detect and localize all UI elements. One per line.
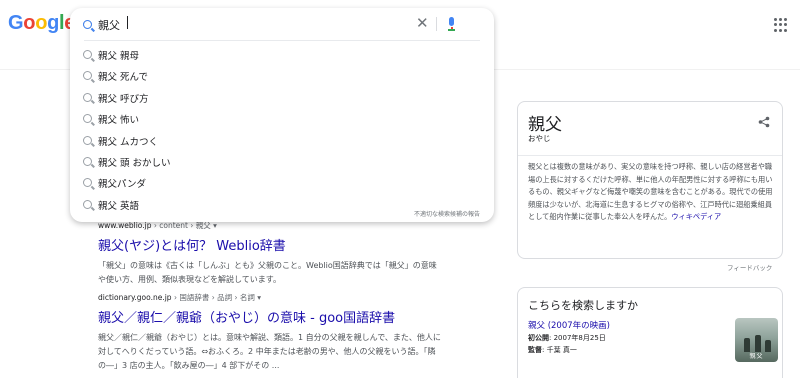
suggestion-item[interactable]: 親父パンダ xyxy=(70,172,494,193)
suggestion-text: 親父 死んで xyxy=(98,72,149,84)
divider xyxy=(436,17,437,31)
logo-letter: o xyxy=(35,12,48,34)
search-results-page: Google 親父 ✕ 親父 親母 親父 死んで 親父 呼び方 親父 怖い 親父… xyxy=(0,0,800,378)
director-label: 監督 xyxy=(528,346,542,354)
kp-subtitle: おやじ xyxy=(528,134,551,143)
search-icon xyxy=(83,178,92,188)
search-icon xyxy=(83,114,92,124)
result-title-link[interactable]: 親父(ヤジ)とは何？ Weblio辞書 xyxy=(98,235,498,254)
search-icon xyxy=(83,156,92,166)
thumbnail-figure xyxy=(744,338,750,352)
feedback-link[interactable]: フィードバック xyxy=(727,262,772,272)
search-icon xyxy=(83,92,92,102)
search-icon xyxy=(83,71,92,81)
result-breadcrumb: › 国語辞書 › 品詞 › 名詞 ▾ xyxy=(171,293,262,302)
snippet-line: 「親父」の意味は《古くは「しんぶ」とも》父親のこと。Weblio国語辞典では「親… xyxy=(98,261,437,270)
suggestion-item[interactable]: 親父 死んで xyxy=(70,65,494,86)
result-url[interactable]: dictionary.goo.ne.jp › 国語辞書 › 品詞 › 名詞 ▾ xyxy=(98,292,498,303)
kp-description-text: 親父とは複数の意味があり、実父の意味を持つ呼称、親しい店の経営者や職場の上長に対… xyxy=(528,162,773,222)
kp-description: 親父とは複数の意味があり、実父の意味を持つ呼称、親しい店の経営者や職場の上長に対… xyxy=(528,161,778,224)
apps-grid-icon[interactable] xyxy=(774,18,788,32)
mic-icon[interactable] xyxy=(448,17,455,31)
logo-letter: g xyxy=(47,12,60,34)
result-domain: dictionary.goo.ne.jp xyxy=(98,293,172,302)
text-caret xyxy=(127,16,128,29)
people-also-search-panel: こちらを検索しますか 親父 (2007年の映画) 初公開: 2007年8月25日… xyxy=(517,287,783,378)
result-domain: www.weblio.jp xyxy=(98,221,152,230)
suggestion-text: 親父 頭 おかしい xyxy=(98,157,171,169)
suggestion-item[interactable]: 親父 ムカつく xyxy=(70,130,494,151)
result-snippet: 「親父」の意味は《古くは「しんぶ」とも》父親のこと。Weblio国語辞典では「親… xyxy=(98,259,498,287)
snippet-line: 対してへりくだっていう語。⇔おふくろ。2 中年または老齢の男や、他人の父親をいう… xyxy=(98,347,436,356)
suggestion-item[interactable]: 親父 呼び方 xyxy=(70,87,494,108)
logo-letter: G xyxy=(8,12,24,34)
suggestion-text: 親父 英語 xyxy=(98,200,140,212)
thumbnail-caption: 親父 xyxy=(749,353,764,360)
suggestion-text: 親父 ムカつく xyxy=(98,136,159,148)
suggestion-text: 親父 怖い xyxy=(98,115,140,127)
suggestion-item[interactable]: 親父 親母 xyxy=(70,44,494,65)
result-snippet: 親父／親仁／親爺（おやじ）とは。意味や解説、類語。1 自分の父親を親しんで、また… xyxy=(98,331,498,373)
search-icon xyxy=(83,199,92,209)
logo-letter: o xyxy=(23,12,36,34)
result-breadcrumb: › content › 親父 ▾ xyxy=(151,221,217,230)
thumbnail-figure xyxy=(755,335,761,352)
release-label: 初公開 xyxy=(528,334,549,342)
suggestion-text: 親父パンダ xyxy=(98,179,146,191)
result-title-link[interactable]: 親父／親仁／親爺（おやじ）の意味 - goo国語辞書 xyxy=(98,307,498,326)
snippet-line: や使い方、用例、類似表現などを解説しています。 xyxy=(98,275,281,284)
search-input[interactable]: 親父 xyxy=(98,17,120,33)
movie-thumbnail[interactable]: 親父 xyxy=(735,318,778,362)
release-info: 初公開: 2007年8月25日 xyxy=(528,334,606,342)
search-icon xyxy=(83,135,92,145)
search-input-row[interactable]: 親父 ✕ xyxy=(70,8,494,41)
suggestion-item[interactable]: 親父 怖い xyxy=(70,108,494,129)
release-value: 2007年8月25日 xyxy=(553,334,606,342)
share-icon[interactable] xyxy=(758,116,770,128)
director-value: 千葉 真一 xyxy=(546,346,577,354)
divider xyxy=(84,40,480,41)
director-info: 監督: 千葉 真一 xyxy=(528,346,577,354)
suggestion-list: 親父 親母 親父 死んで 親父 呼び方 親父 怖い 親父 ムカつく 親父 頭 お… xyxy=(70,44,494,215)
movie-link[interactable]: 親父 (2007年の映画) xyxy=(528,319,610,331)
snippet-line: の―」3 店の主人。「飲み屋の―」4 部下がその ... xyxy=(98,361,280,370)
also-search-heading: こちらを検索しますか xyxy=(528,299,638,312)
suggestion-item[interactable]: 親父 頭 おかしい xyxy=(70,151,494,172)
report-suggestions-link[interactable]: 不適切な検索候補の報告 xyxy=(414,209,480,218)
search-result: dictionary.goo.ne.jp › 国語辞書 › 品詞 › 名詞 ▾ … xyxy=(98,292,498,373)
suggestion-text: 親父 呼び方 xyxy=(98,93,149,105)
wikipedia-link[interactable]: ウィキペディア xyxy=(671,212,721,221)
search-icon xyxy=(83,50,92,59)
google-logo[interactable]: Google xyxy=(8,12,75,35)
close-icon[interactable]: ✕ xyxy=(416,16,429,31)
snippet-line: 親父／親仁／親爺（おやじ）とは。意味や解説、類語。1 自分の父親を親しんで、また… xyxy=(98,333,441,342)
knowledge-panel: 親父 おやじ 親父とは複数の意味があり、実父の意味を持つ呼称、親しい店の経営者や… xyxy=(517,101,783,259)
search-result: www.weblio.jp › content › 親父 ▾ 親父(ヤジ)とは何… xyxy=(98,220,498,287)
kp-title: 親父 xyxy=(528,115,562,135)
search-box[interactable]: 親父 ✕ 親父 親母 親父 死んで 親父 呼び方 親父 怖い 親父 ムカつく 親… xyxy=(70,8,494,222)
search-submit-icon[interactable] xyxy=(83,20,92,29)
divider xyxy=(518,155,782,156)
suggestion-text: 親父 親母 xyxy=(98,51,140,62)
